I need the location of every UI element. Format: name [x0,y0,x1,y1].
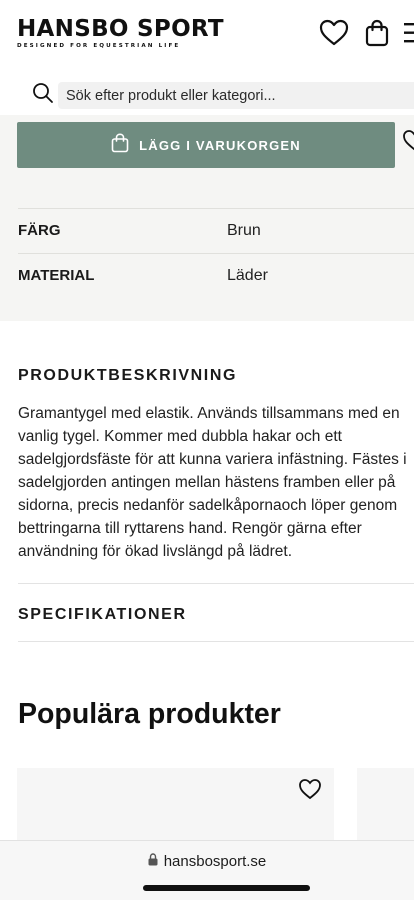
search-placeholder: Sök efter produkt eller kategori... [66,87,276,104]
add-to-cart-button[interactable]: LÄGG I VARUKORGEN [17,122,395,168]
page: HANSBO SPORT DESIGNED FOR EQUESTRIAN LIF… [0,0,414,900]
bag-icon [111,132,129,158]
add-to-wishlist-heart-icon[interactable] [402,129,414,156]
description-heading: PRODUKTBESKRIVNING [18,367,238,384]
popular-products-heading: Populära produkter [18,698,281,730]
search-icon[interactable] [32,82,54,109]
search-bar: Sök efter produkt eller kategori... [0,78,414,112]
home-indicator[interactable] [143,885,310,891]
attribute-row-color: FÄRG Brun [18,208,414,253]
browser-address-bar: hansbosport.se [0,840,414,900]
product-purchase-section: LÄGG I VARUKORGEN FÄRG Brun MATERIAL Läd… [0,115,414,321]
specifications-toggle[interactable]: SPECIFIKATIONER [18,606,187,624]
attribute-key: MATERIAL [18,267,95,284]
menu-icon[interactable] [404,21,414,50]
logo[interactable]: HANSBO SPORT DESIGNED FOR EQUESTRIAN LIF… [17,17,224,49]
site-header: HANSBO SPORT DESIGNED FOR EQUESTRIAN LIF… [0,0,414,72]
wishlist-heart-icon[interactable] [319,19,349,52]
description-text: Gramantygel med elastik. Används tillsam… [18,405,407,560]
lock-icon [148,853,158,870]
product-card[interactable] [357,768,414,848]
url-text: hansbosport.se [163,853,267,870]
product-card[interactable] [17,768,334,848]
card-wishlist-heart-icon[interactable] [298,778,322,805]
divider [18,641,414,642]
attribute-table: FÄRG Brun MATERIAL Läder [0,208,414,298]
shopping-bag-icon[interactable] [365,19,389,52]
add-to-cart-label: LÄGG I VARUKORGEN [139,137,301,153]
attribute-value: Läder [227,267,268,284]
attribute-key: FÄRG [18,222,61,239]
attribute-value: Brun [227,222,261,239]
logo-text: HANSBO SPORT [17,16,224,42]
url-display[interactable]: hansbosport.se [0,853,414,870]
attribute-row-material: MATERIAL Läder [18,253,414,298]
logo-tagline: DESIGNED FOR EQUESTRIAN LIFE [17,43,181,49]
divider [18,583,414,584]
search-input[interactable]: Sök efter produkt eller kategori... [58,82,414,109]
